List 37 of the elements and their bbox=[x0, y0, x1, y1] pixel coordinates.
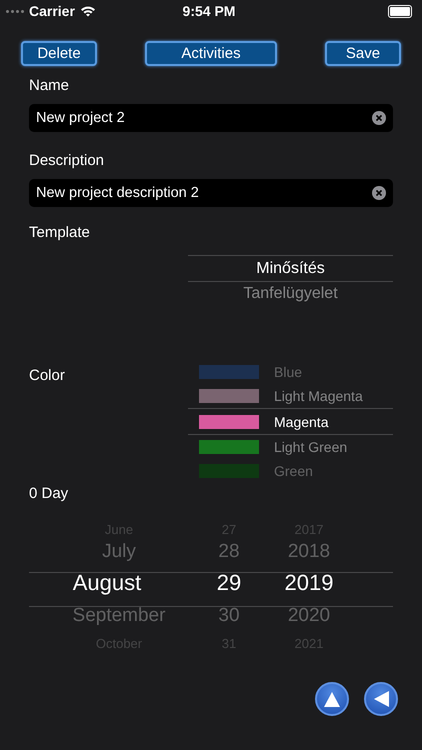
save-button[interactable]: Save bbox=[325, 41, 401, 66]
signal-icon bbox=[6, 10, 24, 12]
delete-button[interactable]: Delete bbox=[21, 41, 97, 66]
text-field[interactable]: New project description 2 bbox=[29, 179, 393, 207]
clear-icon[interactable] bbox=[372, 186, 386, 200]
activities-button[interactable]: Activities bbox=[145, 41, 277, 66]
color-option[interactable]: Magenta bbox=[274, 414, 328, 430]
section-label: Template bbox=[29, 224, 90, 241]
day-option[interactable]: 28 bbox=[218, 538, 240, 566]
wifi-icon bbox=[80, 5, 96, 17]
clear-icon[interactable] bbox=[372, 111, 386, 125]
carrier-name: Carrier bbox=[29, 3, 75, 19]
month-option[interactable]: July bbox=[102, 538, 136, 566]
clock-time: 9:54 PM bbox=[182, 3, 236, 19]
field-label: Name bbox=[29, 77, 70, 96]
day-option[interactable]: 29 bbox=[216, 566, 242, 600]
year-option[interactable]: 2018 bbox=[288, 538, 330, 566]
field-label: Description bbox=[29, 152, 106, 171]
day-option[interactable]: 30 bbox=[218, 600, 240, 632]
battery-icon bbox=[388, 4, 412, 18]
section-label: Color bbox=[29, 367, 65, 384]
template-option[interactable]: Minősítés bbox=[256, 260, 325, 278]
section-label: 0 Day bbox=[29, 485, 68, 502]
color-option[interactable]: Light Magenta bbox=[274, 388, 363, 404]
template-option[interactable]: Tanfelügyelet bbox=[243, 285, 338, 303]
scroll-up-button[interactable] bbox=[315, 682, 349, 716]
color-option[interactable]: Green bbox=[274, 463, 313, 479]
left-triangle-icon bbox=[374, 691, 388, 707]
color-option[interactable]: Blue bbox=[274, 364, 302, 380]
year-option[interactable]: 2020 bbox=[288, 600, 330, 632]
month-option[interactable]: August bbox=[72, 566, 142, 600]
back-button[interactable] bbox=[364, 682, 398, 716]
up-triangle-icon bbox=[324, 692, 340, 706]
color-option[interactable]: Light Green bbox=[274, 439, 348, 455]
month-option[interactable]: September bbox=[72, 600, 166, 632]
year-option[interactable]: 2019 bbox=[284, 566, 334, 600]
text-field[interactable]: New project 2 bbox=[29, 104, 393, 132]
